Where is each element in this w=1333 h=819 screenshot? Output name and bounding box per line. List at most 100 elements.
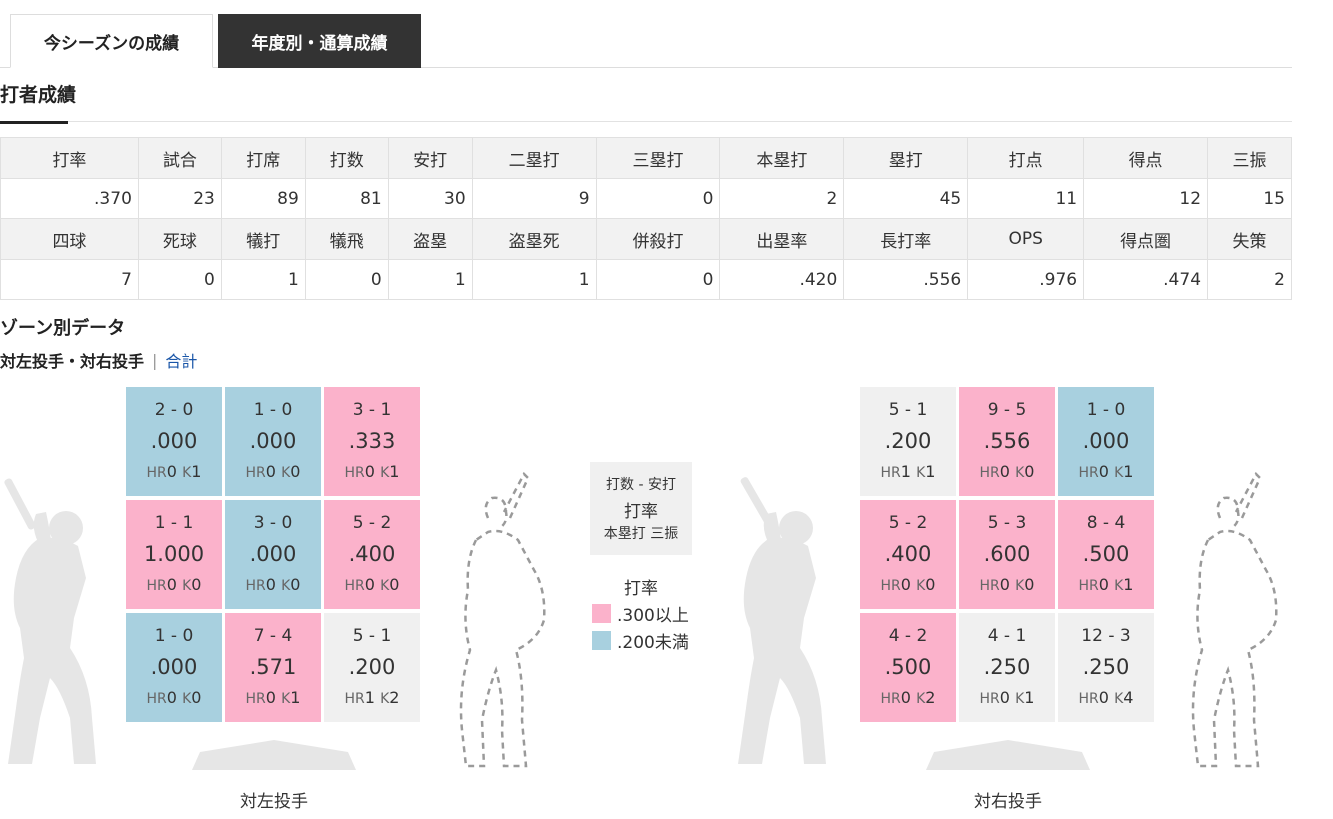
zone-cell: 7 - 4 .571 HR0 K1	[225, 613, 321, 722]
stats-value-cell: 15	[1207, 178, 1292, 219]
zone-cell-ab-hits: 9 - 5	[987, 400, 1027, 420]
zone-cell: 5 - 2.400 HR0 K0	[324, 500, 420, 609]
stats-value-cell: 9	[471, 178, 597, 219]
zone-cell-ab-hits: 8 - 4	[1086, 513, 1126, 533]
home-plate-right	[926, 740, 1090, 770]
k-value: 0	[389, 575, 400, 594]
caption-vs-right-pitcher: 対右投手	[974, 792, 1042, 812]
zone-cell-hr-k: HR1 K2	[324, 688, 420, 707]
stats-value-cell: .976	[967, 259, 1085, 300]
caption-vs-left-pitcher: 対左投手	[240, 792, 308, 812]
stats-header-cell: 死球	[137, 218, 222, 260]
zone-cell-ab-hits: 1 - 0	[154, 626, 194, 646]
k-label: K	[182, 578, 192, 594]
hr-label: HR	[146, 465, 167, 481]
k-label: K	[380, 578, 390, 594]
zone-view-separator: |	[152, 350, 158, 370]
stats-value-cell: 7	[0, 259, 139, 300]
zone-cell-ab-hits: 3 - 1	[352, 400, 392, 420]
k-label: K	[182, 465, 192, 481]
legend-low-label: .200未満	[617, 633, 689, 653]
zone-cell-avg: .200	[348, 655, 396, 679]
stats-header-cell: 犠打	[220, 218, 306, 260]
zone-cell: 1 - 0.000 HR0 K0	[126, 613, 222, 722]
stats-value-cell: 0	[137, 259, 222, 300]
stats-header-cell: 犠飛	[304, 218, 389, 260]
legend-title: 打率	[624, 579, 658, 599]
zone-cell-hr-k: HR0 K0	[225, 575, 321, 594]
hr-label: HR	[146, 691, 167, 707]
stats-value-cell: 45	[843, 178, 969, 219]
zone-cell-avg: .200	[884, 429, 932, 453]
k-label: K	[281, 691, 291, 707]
k-label: K	[916, 691, 926, 707]
stats-header-cell: 三振	[1207, 137, 1292, 179]
legend-high: .300以上	[592, 601, 689, 626]
tab-current-season[interactable]: 今シーズンの成績	[10, 14, 213, 68]
hr-label: HR	[880, 578, 901, 594]
stats-header-cell: 本塁打	[719, 137, 845, 179]
stats-header-cell: 得点	[1083, 137, 1209, 179]
hr-label: HR	[245, 465, 266, 481]
zone-cell-hr-k: HR0 K0	[860, 575, 956, 594]
stats-value-cell: 1	[220, 259, 306, 300]
stats-value-cell: 81	[304, 178, 389, 219]
zone-cell-hr-k: HR0 K1	[225, 688, 321, 707]
zone-grid-vs-right: 5 - 1.200 HR1 K1 9 - 5.556 HR0 K0 1 - 0.000 H…	[860, 387, 1157, 724]
hr-value: 0	[1098, 688, 1109, 707]
zone-cell: 8 - 4 .500 HR0 K1	[1058, 500, 1154, 609]
zone-cell: 5 - 2.400 HR0 K0	[860, 500, 956, 609]
zone-cell: 3 - 0.000 HR0 K0	[225, 500, 321, 609]
hr-value: 0	[166, 575, 177, 594]
stats-value-cell: .420	[719, 259, 845, 300]
stats-header-cell: 併殺打	[595, 218, 721, 260]
stats-value-cell: 12	[1083, 178, 1209, 219]
tab-yearly-career[interactable]: 年度別・通算成績	[218, 14, 421, 68]
zone-view-total-link[interactable]: 合計	[165, 348, 197, 372]
k-label: K	[380, 465, 390, 481]
k-label: K	[916, 578, 926, 594]
zone-cell-avg: 1.000	[143, 542, 205, 566]
zone-cell: 4 - 2 .500 HR0 K2	[860, 613, 956, 722]
home-plate-left	[192, 740, 356, 770]
k-value: 1	[389, 462, 400, 481]
k-label: K	[1114, 691, 1124, 707]
stats-value-cell: 1	[387, 259, 473, 300]
zone-cell-ab-hits: 2 - 0	[154, 400, 194, 420]
legend-hr-k: 本塁打 三振	[603, 526, 679, 542]
hr-label: HR	[979, 578, 1000, 594]
zone-cell: 1 - 1 1.000 HR0 K0	[126, 500, 222, 609]
zone-cell-hr-k: HR0 K0	[959, 575, 1055, 594]
stats-header-cell: 打数	[304, 137, 389, 179]
stats-value-cell: 11	[967, 178, 1085, 219]
pitcher-outline-right	[1191, 471, 1278, 768]
k-label: K	[1015, 691, 1025, 707]
k-label: K	[1114, 465, 1124, 481]
stats-value-cell: 2	[1207, 259, 1292, 300]
zone-cell-avg: .500	[1082, 542, 1130, 566]
hr-label: HR	[344, 465, 365, 481]
zone-cell-avg: .500	[884, 655, 932, 679]
hr-label: HR	[880, 465, 901, 481]
stats-value-cell: 0	[595, 259, 721, 300]
zone-cell-hr-k: HR0 K2	[860, 688, 956, 707]
zone-cell-ab-hits: 5 - 1	[352, 626, 392, 646]
legend-low: .200未満	[592, 628, 689, 653]
zone-cell-avg: .571	[249, 655, 297, 679]
stats-header-cell: 盗塁	[387, 218, 473, 260]
stats-header-cell: 二塁打	[471, 137, 597, 179]
hr-value: 0	[1098, 462, 1109, 481]
zone-cell-avg: .000	[249, 429, 297, 453]
pitcher-outline-left	[459, 471, 546, 768]
zone-grid-vs-left: 2 - 0.000 HR0 K1 1 - 0.000 HR0 K0 3 - 1.333 H…	[126, 387, 423, 724]
zone-cell: 12 - 3 .250 HR0 K4	[1058, 613, 1154, 722]
zone-cell-hr-k: HR0 K1	[1058, 462, 1154, 481]
hr-value: 1	[900, 462, 911, 481]
zone-cell: 5 - 3.600 HR0 K0	[959, 500, 1055, 609]
stats-header-cell: 塁打	[843, 137, 969, 179]
zone-cell-avg: .600	[983, 542, 1031, 566]
k-value: 2	[925, 688, 936, 707]
section-divider-accent	[0, 121, 68, 124]
zone-cell: 2 - 0 .000 HR0 K1	[126, 387, 222, 496]
k-label: K	[281, 578, 291, 594]
